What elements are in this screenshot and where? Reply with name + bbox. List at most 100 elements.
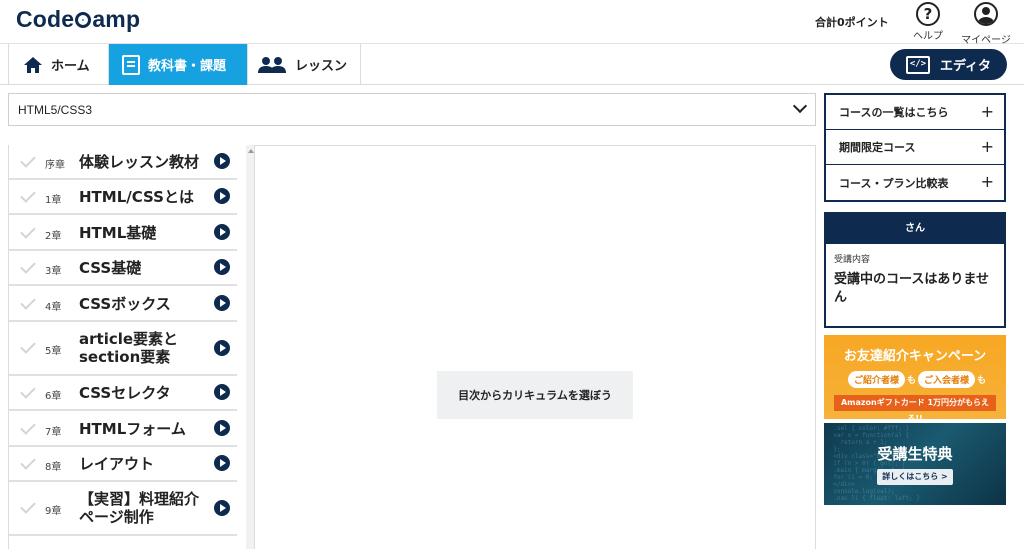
user-icon xyxy=(974,2,998,26)
check-icon xyxy=(20,338,36,354)
chapter-number: 2章 xyxy=(45,231,62,242)
editor-button[interactable]: </> エディタ xyxy=(890,49,1007,80)
tab-lesson[interactable]: レッスン xyxy=(248,44,361,85)
play-icon[interactable] xyxy=(214,455,230,471)
chapter-item[interactable]: 5章 article要素とsection要素 xyxy=(9,322,237,376)
logo-ring-icon xyxy=(75,12,92,28)
tab-home[interactable]: ホーム xyxy=(8,44,109,85)
check-icon xyxy=(20,419,36,435)
check-icon xyxy=(20,187,36,203)
banner-title: お友達紹介キャンペーン xyxy=(843,349,987,364)
side-item-plan-compare[interactable]: コース・プラン比較表 + xyxy=(826,165,1004,200)
banner-gift-text: Amazonギフトカード 1万円分がもらえる!! xyxy=(834,395,996,419)
play-icon[interactable] xyxy=(214,188,230,204)
chapter-item[interactable]: 2章 HTML基礎 xyxy=(9,215,237,251)
chapter-item[interactable]: 4章 CSSボックス xyxy=(9,286,237,322)
mypage-link[interactable]: マイページ xyxy=(961,2,1011,46)
play-icon[interactable] xyxy=(214,420,230,436)
logo-text-a: Code xyxy=(16,6,75,32)
check-icon xyxy=(20,152,36,168)
banner-pill: ご紹介者様 xyxy=(847,371,905,388)
student-benefit-banner[interactable]: .sel { color: #fff; } var x = function(a… xyxy=(824,423,1006,505)
chapter-title: HTMLフォーム xyxy=(79,420,186,438)
chapter-number: 9章 xyxy=(45,506,62,517)
side-item-label: 期間限定コース xyxy=(839,141,916,154)
chevron-down-icon xyxy=(792,98,808,114)
check-icon xyxy=(20,294,36,310)
help-label: ヘルプ xyxy=(913,31,943,42)
people-icon xyxy=(257,56,287,74)
chapter-title: レイアウト xyxy=(79,455,155,473)
check-icon xyxy=(20,498,36,514)
chapter-title: CSSセレクタ xyxy=(79,384,171,402)
chapter-item[interactable]: 序章 体験レッスン教材 xyxy=(9,145,237,180)
chapter-number: 3章 xyxy=(45,266,62,277)
check-icon xyxy=(20,223,36,239)
chapter-item[interactable]: 7章 HTMLフォーム xyxy=(9,411,237,447)
chapter-title: HTML基礎 xyxy=(79,224,157,242)
main-tabbar: ホーム 教科書・課題 レッスン </> エディタ xyxy=(0,44,1024,85)
chapter-item[interactable]: 9章 【実習】料理紹介ページ制作 xyxy=(9,482,237,536)
content-area: 目次からカリキュラムを選ぼう xyxy=(254,145,816,549)
tab-home-label: ホーム xyxy=(51,59,90,74)
help-icon: ? xyxy=(916,2,940,26)
play-icon[interactable] xyxy=(214,224,230,240)
play-icon[interactable] xyxy=(214,295,230,311)
course-side-menu: コースの一覧はこちら + 期間限定コース + コース・プラン比較表 + xyxy=(824,93,1006,202)
check-icon xyxy=(20,258,36,274)
banner-tail-text: も xyxy=(977,376,987,386)
chapter-number: 序章 xyxy=(45,160,65,171)
tab-textbook[interactable]: 教科書・課題 xyxy=(109,44,248,85)
side-item-label: コース・プラン比較表 xyxy=(839,176,949,190)
chapter-title: CSSボックス xyxy=(79,295,171,313)
user-status-box: さん 受講内容 受講中のコースはありません xyxy=(824,212,1006,328)
chapter-item[interactable]: 1章 HTML/CSSとは xyxy=(9,180,237,215)
logo-text-b: amp xyxy=(92,6,141,32)
banner-title: 受講生特典 xyxy=(877,445,953,463)
side-item-limited-course[interactable]: 期間限定コース + xyxy=(826,130,1004,165)
plus-icon: + xyxy=(980,102,994,121)
chapter-title: article要素とsection要素 xyxy=(79,330,179,366)
home-icon xyxy=(23,56,43,74)
points-total: 合計0ポイント xyxy=(815,16,889,29)
chapter-item[interactable]: 6章 CSSセレクタ xyxy=(9,376,237,411)
benefit-details-button[interactable]: 詳しくはこちら > xyxy=(877,469,953,485)
help-link[interactable]: ? ヘルプ xyxy=(903,2,953,42)
chapter-title: 【実習】料理紹介ページ制作 xyxy=(79,490,200,526)
course-select[interactable]: HTML5/CSS3 xyxy=(8,93,816,126)
play-icon[interactable] xyxy=(214,340,230,356)
banner-pill: ご入会者様 xyxy=(918,371,976,388)
code-icon: </> xyxy=(905,55,930,74)
plus-icon: + xyxy=(980,137,994,156)
banner-mid-text: も xyxy=(906,376,916,386)
chapter-number: 8章 xyxy=(45,462,62,473)
course-select-value: HTML5/CSS3 xyxy=(18,102,93,117)
play-icon[interactable] xyxy=(214,259,230,275)
play-icon[interactable] xyxy=(214,500,230,516)
enroll-value: 受講中のコースはありません xyxy=(834,272,989,305)
editor-button-label: エディタ xyxy=(939,59,992,74)
referral-campaign-banner[interactable]: お友達紹介キャンペーン ご紹介者様 も ご入会者様 も Amazonギフトカード… xyxy=(824,335,1006,419)
user-name: さん xyxy=(826,214,1004,244)
top-header: Code amp 合計0ポイント ? ヘルプ マイページ xyxy=(0,0,1024,46)
chapter-number: 6章 xyxy=(45,391,62,402)
page: Code amp 合計0ポイント ? ヘルプ マイページ ホーム 教科書・課題 レ xyxy=(0,0,1024,549)
chapter-list: 序章 体験レッスン教材 1章 HTML/CSSとは 2章 HTML基礎 3章 C… xyxy=(8,145,255,549)
codecamp-logo[interactable]: Code amp xyxy=(16,6,140,33)
code-background-image: .sel { color: #fff; } var x = function(a… xyxy=(833,425,920,502)
play-icon[interactable] xyxy=(214,384,230,400)
chapter-title: 体験レッスン教材 xyxy=(79,153,200,171)
chapter-item[interactable]: 8章 レイアウト xyxy=(9,447,237,482)
chapter-number: 1章 xyxy=(45,195,62,206)
tab-textbook-label: 教科書・課題 xyxy=(148,59,227,74)
chapter-number: 5章 xyxy=(45,346,62,357)
enroll-label: 受講内容 xyxy=(834,255,871,265)
chapter-number: 7章 xyxy=(45,427,62,438)
chapter-title: CSS基礎 xyxy=(79,259,142,277)
chapter-item[interactable]: 3章 CSS基礎 xyxy=(9,251,237,286)
play-icon[interactable] xyxy=(214,153,230,169)
plus-icon: + xyxy=(980,172,994,191)
side-item-label: コースの一覧はこちら xyxy=(839,106,949,119)
chapter-number: 4章 xyxy=(45,302,62,313)
side-item-course-list[interactable]: コースの一覧はこちら + xyxy=(826,95,1004,130)
